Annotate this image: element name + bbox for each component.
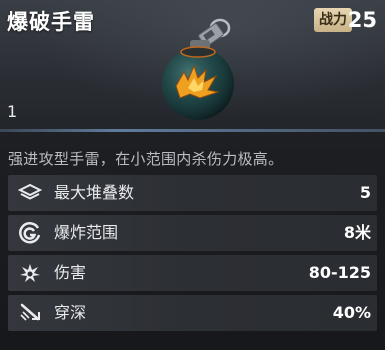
item-description: 强进攻型手雷，在小范围内杀伤力极高。 [8, 150, 284, 168]
item-detail-card: 爆破手雷 战力 25 1 强进攻型手雷，在小范围内杀伤力极高。 最大堆叠数 5 … [0, 0, 385, 350]
stat-value: 40% [332, 303, 371, 322]
stats-list: 最大堆叠数 5 爆炸范围 8米 伤害 80-125 穿深 40% [8, 175, 377, 335]
item-quantity: 1 [7, 102, 18, 121]
damage-icon [20, 264, 40, 282]
power-badge: 战力 [314, 8, 352, 32]
stat-value: 8米 [343, 223, 371, 242]
stat-label: 爆炸范围 [54, 223, 119, 242]
stat-row-damage: 伤害 80-125 [8, 255, 377, 291]
grenade-icon [162, 18, 234, 120]
stat-row-penetration: 穿深 40% [8, 295, 377, 331]
stack-icon [18, 183, 42, 200]
stat-row-blast-radius: 爆炸范围 8米 [8, 215, 377, 251]
stat-label: 最大堆叠数 [54, 183, 135, 202]
stat-label: 伤害 [54, 263, 87, 282]
stat-value: 5 [359, 183, 371, 202]
blast-radius-icon [19, 222, 41, 244]
stat-label: 穿深 [54, 303, 87, 322]
power-value: 25 [347, 8, 377, 32]
item-title: 爆破手雷 [7, 10, 95, 34]
stat-row-max-stack: 最大堆叠数 5 [8, 175, 377, 211]
penetration-icon [20, 303, 40, 321]
stat-value: 80-125 [308, 263, 371, 282]
item-header: 爆破手雷 战力 25 1 [0, 0, 385, 132]
